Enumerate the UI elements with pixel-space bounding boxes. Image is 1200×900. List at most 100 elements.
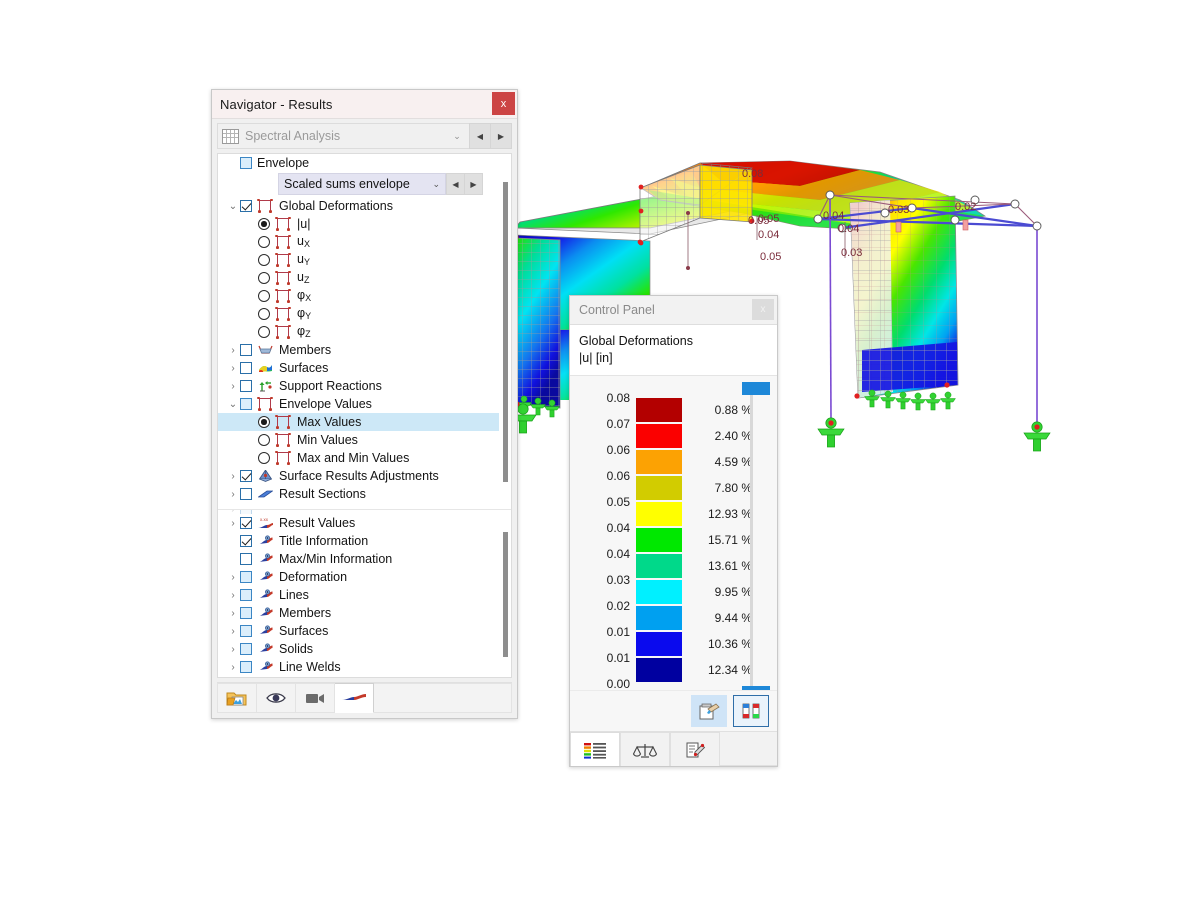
tree-item[interactable]: › Surfaces [218,622,499,640]
expander-right-icon[interactable]: › [226,608,240,619]
tree-checkbox[interactable] [240,470,252,482]
load-case-combobox[interactable]: Spectral Analysis ⌄ [217,123,469,149]
load-case-prev-button[interactable]: ◀ [469,123,491,149]
tree-radio[interactable] [258,218,270,230]
tree-checkbox[interactable] [240,380,252,392]
tree-item[interactable]: › uZ [218,269,499,287]
legend-slider-handle-bottom[interactable] [742,685,770,690]
navigator-titlebar[interactable]: Navigator - Results x [212,90,517,119]
tree-checkbox[interactable] [240,589,252,601]
value-range-button[interactable] [733,695,769,727]
tree-item[interactable]: › Max Values [218,413,499,431]
tree-item[interactable]: › Members [218,341,499,359]
tree-item[interactable]: › Line Welds [218,658,499,676]
expander-right-icon[interactable]: › [226,489,240,500]
navigator-tab-toolbar[interactable] [217,682,512,713]
legend-band[interactable] [636,631,682,656]
load-case-next-button[interactable]: ▶ [491,123,512,149]
tree-checkbox[interactable] [240,517,252,529]
legend-band[interactable] [636,423,682,448]
chevron-down-icon[interactable]: ⌄ [449,131,465,141]
legend-band[interactable] [636,605,682,630]
tree-radio[interactable] [258,326,270,338]
legend-band[interactable] [636,449,682,474]
envelope-type-combobox[interactable]: Scaled sums envelope ⌄ [278,173,446,195]
tree-item-envelope[interactable]: › Envelope [218,154,499,172]
display-properties-tab[interactable] [670,732,720,766]
expander-right-icon[interactable]: › [226,572,240,583]
tree-item[interactable]: ⌄ Global Deformations [218,197,499,215]
navigator-tree-bottom-pane[interactable]: › › x.xx Result Values › Title Information › M… [218,510,511,677]
tree-item[interactable]: › Result Sections [218,485,499,503]
expander-down-icon[interactable]: ⌄ [226,399,240,410]
legend-band[interactable] [636,657,682,682]
tree-item[interactable]: › Min Values [218,431,499,449]
tree-checkbox[interactable] [240,200,252,212]
legend-band[interactable] [636,527,682,552]
tree-checkbox[interactable] [240,488,252,500]
tree-item[interactable]: › φY [218,305,499,323]
tree-checkbox[interactable] [240,661,252,673]
legend-band[interactable] [636,397,682,422]
tree-item[interactable]: › Solids [218,640,499,658]
navigator-results-window[interactable]: Navigator - Results x Spectral Analysis … [211,89,518,719]
envelope-type-selector[interactable]: Scaled sums envelope ⌄ ◀ ▶ [278,173,483,195]
color-scale-tab[interactable] [570,732,620,766]
tree-item[interactable]: › Lines [218,586,499,604]
tree-checkbox[interactable] [240,607,252,619]
tree-radio[interactable] [258,416,270,428]
close-icon[interactable]: x [492,92,515,115]
expander-down-icon[interactable]: ⌄ [226,201,240,212]
navigator-tree[interactable]: › Envelope Scaled sums envelope ⌄ ◀ ▶ ⌄ G… [217,153,512,678]
tree-item[interactable]: › Max/Min Information [218,550,499,568]
tree-radio[interactable] [258,290,270,302]
tree-item[interactable]: › Max and Min Values [218,449,499,467]
tree-radio[interactable] [258,272,270,284]
tree-item[interactable]: › Support Reactions [218,377,499,395]
expander-right-icon[interactable]: › [226,626,240,637]
envelope-checkbox[interactable] [240,157,252,169]
tree-radio[interactable] [258,452,270,464]
legend-band[interactable] [636,579,682,604]
tree-item[interactable]: › Surfaces [218,359,499,377]
tree-item[interactable]: ⌄ Envelope Values [218,395,499,413]
control-panel-titlebar[interactable]: Control Panel x [570,296,777,325]
tree-checkbox[interactable] [240,344,252,356]
tree-radio[interactable] [258,434,270,446]
tree-item[interactable]: › φX [218,287,499,305]
tree-checkbox[interactable] [240,398,252,410]
tree-item[interactable]: › uY [218,251,499,269]
results-navigator-tab[interactable] [335,683,374,713]
legend-band[interactable] [636,501,682,526]
control-panel-actions[interactable] [570,690,777,731]
color-scale-legend[interactable]: 0.08 0.07 0.06 0.06 0.05 0.04 0.04 0.03 0.02 0.01… [570,375,777,690]
expander-right-icon[interactable]: › [226,363,240,374]
tree-item[interactable]: › Title Information [218,532,499,550]
tree-checkbox[interactable] [240,643,252,655]
display-navigator-tab[interactable] [257,683,296,713]
expander-right-icon[interactable]: › [226,345,240,356]
tree-bottom-scrollbar[interactable] [503,532,508,657]
tree-radio[interactable] [258,254,270,266]
chevron-down-icon[interactable]: ⌄ [432,179,440,190]
tree-radio[interactable] [258,236,270,248]
tree-item[interactable]: › |u| [218,215,499,233]
views-navigator-tab[interactable] [296,683,335,713]
tree-checkbox[interactable] [240,553,252,565]
tree-item[interactable]: › Surface Results Adjustments [218,467,499,485]
tree-item[interactable]: › Members [218,604,499,622]
legend-band[interactable] [636,553,682,578]
legend-band[interactable] [636,475,682,500]
navigator-tree-top-pane[interactable]: › Envelope Scaled sums envelope ⌄ ◀ ▶ ⌄ G… [218,154,511,510]
tree-item[interactable]: › x.xx Result Values [218,514,499,532]
load-case-selector[interactable]: Spectral Analysis ⌄ ◀ ▶ [217,123,512,149]
factors-tab[interactable] [620,732,670,766]
legend-slider-handle-top[interactable] [742,381,770,395]
expander-right-icon[interactable]: › [226,518,240,529]
tree-checkbox[interactable] [240,362,252,374]
expander-right-icon[interactable]: › [226,471,240,482]
expander-right-icon[interactable]: › [226,662,240,673]
tree-checkbox[interactable] [240,571,252,583]
control-panel-window[interactable]: Control Panel x Global Deformations |u| … [569,295,778,767]
tree-checkbox[interactable] [240,625,252,637]
